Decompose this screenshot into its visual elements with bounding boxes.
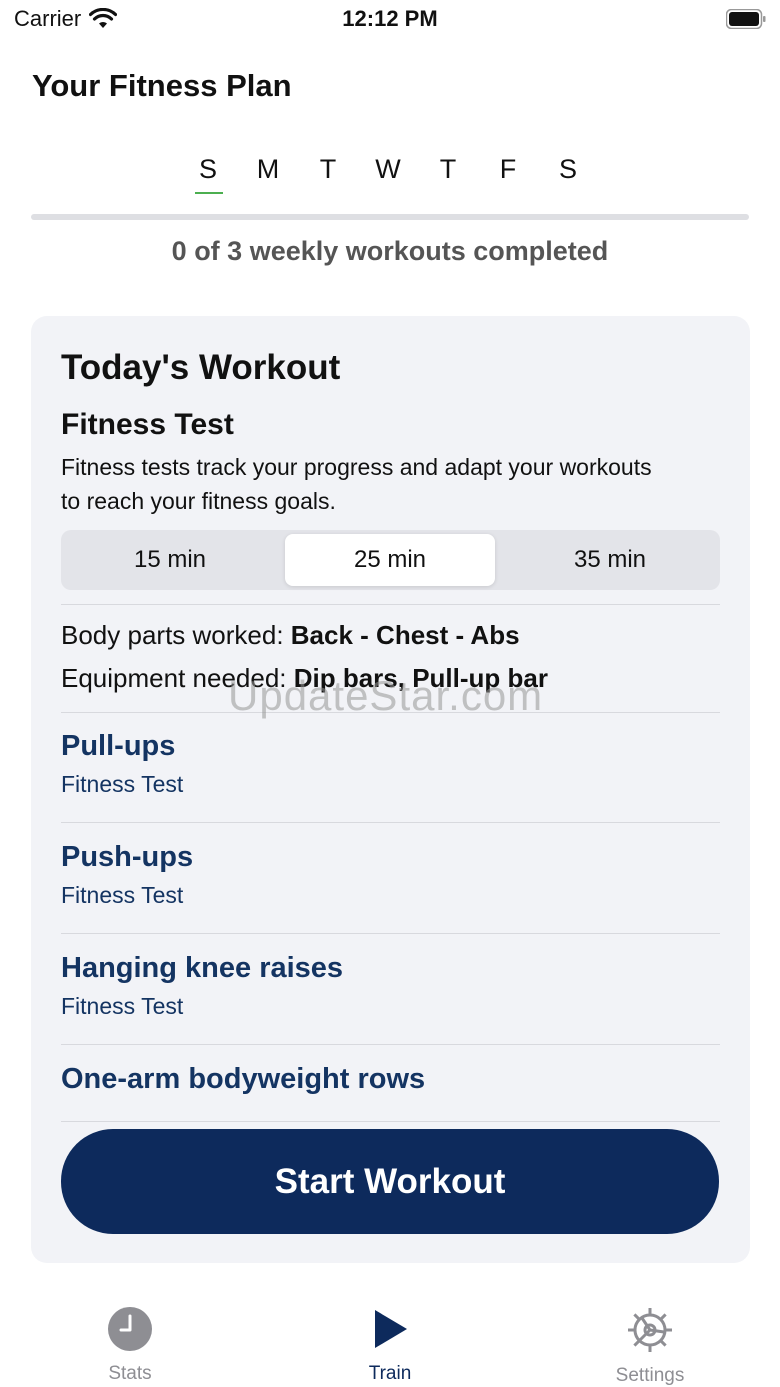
exercise-name: Pull-ups [61, 730, 176, 762]
weekly-progress-text: 0 of 3 weekly workouts completed [171, 236, 609, 266]
tab-label: Settings [615, 1365, 685, 1386]
exercise-subtitle: Fitness Test [61, 993, 184, 1019]
body-parts-label: Body parts worked: [61, 620, 291, 650]
duration-15-option[interactable]: 15 min [65, 534, 275, 586]
tab-label: Train [368, 1363, 412, 1384]
weekly-progress-bar [31, 214, 749, 220]
divider [61, 604, 720, 605]
duration-25-option[interactable]: 25 min [285, 534, 495, 586]
equipment-info: Equipment needed: Dip bars, Pull-up bar [61, 663, 548, 694]
body-parts-value: Back - Chest - Abs [290, 620, 520, 650]
status-bar: Carrier 12:12 PM [0, 0, 780, 44]
day-thursday[interactable]: T [418, 150, 478, 194]
exercise-one-arm-rows[interactable]: One-arm bodyweight rows [61, 1063, 720, 1096]
exercise-push-ups[interactable]: Push-ups Fitness Test [61, 841, 720, 909]
page-title: Your Fitness Plan [32, 68, 292, 103]
todays-workout-card: Today's Workout Fitness Test Fitness tes… [31, 316, 750, 1263]
divider [61, 822, 720, 823]
workout-description: Fitness tests track your progress and ad… [61, 454, 652, 514]
day-monday[interactable]: M [238, 150, 298, 194]
exercise-pull-ups[interactable]: Pull-ups Fitness Test [61, 730, 720, 798]
play-icon [375, 1310, 407, 1348]
duration-segmented-control: 15 min 25 min 35 min [61, 530, 720, 590]
day-sunday[interactable]: S [178, 150, 238, 194]
tab-label: Stats [108, 1363, 152, 1384]
tab-stats[interactable]: Stats [50, 1306, 210, 1385]
clock-icon [108, 1307, 152, 1351]
workout-name: Fitness Test [61, 408, 234, 441]
tab-train[interactable]: Train [310, 1306, 470, 1385]
gear-icon [628, 1308, 672, 1352]
card-title: Today's Workout [61, 348, 341, 387]
tab-settings[interactable]: Settings [570, 1306, 730, 1387]
divider [61, 1044, 720, 1045]
exercise-name: Hanging knee raises [61, 952, 344, 984]
exercise-subtitle: Fitness Test [61, 771, 184, 797]
divider [61, 933, 720, 934]
week-day-selector: S M T W T F S [178, 150, 598, 198]
equipment-label: Equipment needed: [61, 663, 294, 693]
exercise-hanging-knee-raises[interactable]: Hanging knee raises Fitness Test [61, 952, 720, 1020]
divider [61, 712, 720, 713]
duration-35-option[interactable]: 35 min [505, 534, 715, 586]
battery-icon [726, 9, 766, 29]
day-saturday[interactable]: S [538, 150, 598, 194]
status-time: 12:12 PM [342, 6, 438, 31]
equipment-value: Dip bars, Pull-up bar [293, 663, 548, 693]
exercise-name: Push-ups [61, 841, 194, 873]
start-workout-button[interactable]: Start Workout [61, 1129, 719, 1234]
divider [61, 1121, 720, 1122]
exercise-subtitle: Fitness Test [61, 882, 184, 908]
body-parts-info: Body parts worked: Back - Chest - Abs [61, 620, 520, 651]
day-tuesday[interactable]: T [298, 150, 358, 194]
tab-bar: Stats Train Settings [0, 1290, 780, 1387]
day-friday[interactable]: F [478, 150, 538, 194]
exercise-name: One-arm bodyweight rows [61, 1063, 426, 1095]
day-wednesday[interactable]: W [358, 150, 418, 194]
